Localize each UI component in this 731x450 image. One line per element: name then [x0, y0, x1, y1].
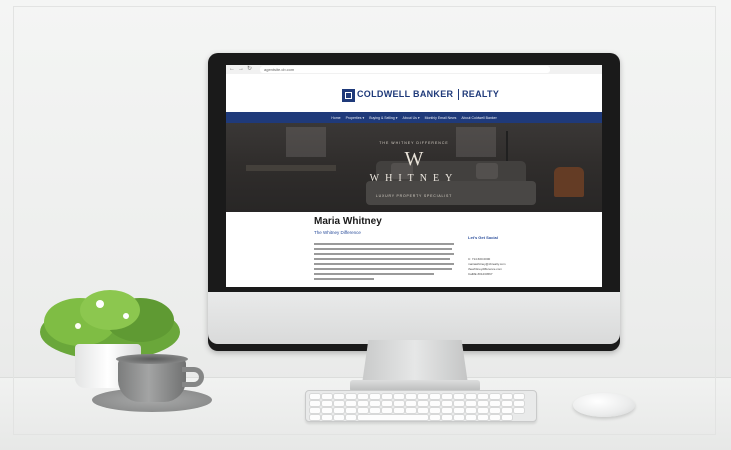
coffee-cup [118, 358, 186, 402]
contact-heading: Let's Get Social [468, 235, 498, 240]
hero-title: WHITNEY [369, 173, 459, 184]
keyboard [305, 390, 537, 422]
brand-suffix: REALTY [462, 89, 500, 99]
keyboard-row [310, 415, 512, 420]
nav-item-buying-selling[interactable]: Buying & Selling ▾ [369, 116, 397, 120]
keyboard-row [310, 401, 524, 406]
forward-icon[interactable]: → [238, 66, 244, 73]
bio-text-line [314, 268, 452, 270]
nav-item-about-us[interactable]: About Us ▾ [402, 116, 419, 120]
address-bar[interactable]: agentsite.cb.com [260, 66, 550, 73]
nav-item-properties[interactable]: Properties ▾ [346, 116, 365, 120]
mouse [573, 393, 635, 417]
bio-text-line [314, 243, 454, 245]
nav-item-home[interactable]: Home [331, 116, 340, 120]
contact-email[interactable]: mariawhitney@cbrealty.com [468, 262, 506, 266]
bio-text-line [314, 273, 434, 275]
monitor-stand [362, 340, 468, 384]
bio-text-line [314, 258, 450, 260]
site-header: COLDWELL BANKER REALTY [226, 74, 602, 112]
bio-text-line [314, 253, 454, 255]
nav-item-about-coldwell[interactable]: About Coldwell Banker [461, 116, 496, 120]
bio-text-line [314, 263, 454, 265]
agent-name: Maria Whitney [314, 216, 382, 227]
brand-divider [458, 89, 459, 100]
keyboard-row [310, 408, 524, 413]
coffee-cup-handle [182, 367, 204, 387]
hero-tagline: LUXURY PROPERTY SPECIALIST [375, 194, 453, 198]
bio-text-line [314, 248, 452, 250]
monitor-screen: ← → ↻ agentsite.cb.com COLDWELL BANKER R… [226, 65, 602, 287]
keyboard-row [310, 394, 524, 399]
hero-banner: THE WHITNEY DIFFERENCE W WHITNEY LUXURY … [226, 123, 602, 212]
hero-eyebrow: THE WHITNEY DIFFERENCE [379, 141, 449, 145]
monitor-chin [208, 292, 620, 344]
back-icon[interactable]: ← [229, 66, 235, 73]
contact-website[interactable]: thewhitneydifference.com [468, 267, 502, 271]
agent-subtitle: The Whitney Difference [314, 230, 361, 235]
nav-item-email-news[interactable]: Monthly Email News [425, 116, 457, 120]
brand-logo-icon[interactable] [342, 89, 355, 102]
hero-monogram: W [404, 148, 424, 170]
contact-license: CalRE #01234567 [468, 272, 493, 276]
site-navigation: Home Properties ▾ Buying & Selling ▾ Abo… [226, 112, 602, 123]
brand-name[interactable]: COLDWELL BANKER [357, 89, 453, 100]
coffee-cup-rim [116, 354, 188, 364]
contact-phone[interactable]: C: 714.600.0000 [468, 257, 490, 261]
bio-text-line [314, 278, 374, 280]
reload-icon[interactable]: ↻ [247, 66, 252, 73]
